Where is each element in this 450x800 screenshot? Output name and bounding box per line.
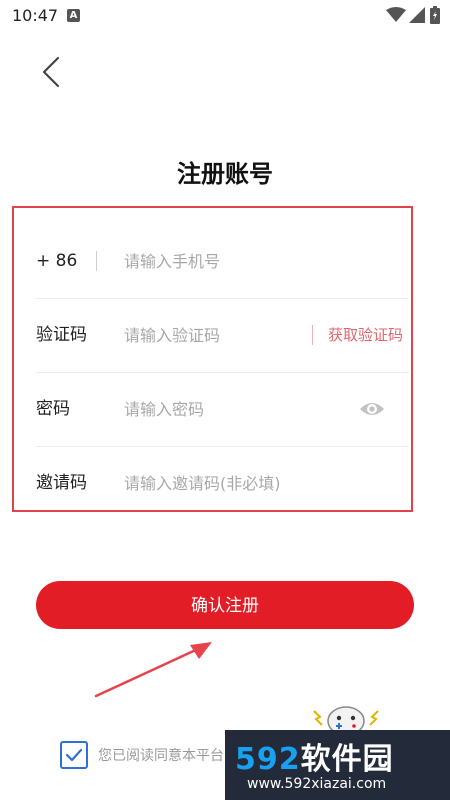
phone-input[interactable] [124,243,314,279]
code-divider [312,325,313,345]
watermark-url: www.592xiazai.com [247,776,387,792]
watermark-logo: 592软件园 [235,734,394,778]
agree-checkbox[interactable] [60,741,88,769]
eye-icon[interactable] [359,398,385,420]
code-input[interactable] [124,317,314,353]
back-button[interactable] [30,50,74,94]
watermark-digits: 592 [235,742,301,777]
invite-input[interactable] [124,465,404,501]
watermark-cn-text: 软件园 [300,742,394,777]
code-row: 验证码 获取验证码 [36,299,409,373]
password-input[interactable] [124,391,314,427]
status-time: 10:47 [12,6,59,25]
signal-icon [409,7,425,23]
page-title: 注册账号 [177,160,273,188]
phone-row: + 86 [36,225,409,299]
agreement-text: 您已阅读同意本平台 [98,748,224,764]
password-label: 密码 [36,399,70,419]
get-code-button[interactable]: 获取验证码 [328,299,403,372]
battery-icon [430,6,440,24]
status-bar: 10:47 A [0,0,450,32]
annotation-arrow-icon [94,642,212,698]
invite-row: 邀请码 [36,447,409,520]
check-icon [65,748,83,762]
password-row: 密码 [36,373,409,447]
phone-divider [96,251,97,271]
wifi-icon [386,7,406,22]
site-watermark: 592软件园 www.592xiazai.com [225,730,450,800]
country-code-prefix[interactable]: + 86 [36,225,77,298]
submit-register-button[interactable]: 确认注册 [36,581,414,629]
register-form: + 86 验证码 获取验证码 密码 邀请码 [12,206,413,512]
code-label: 验证码 [36,325,87,345]
notification-a-icon: A [67,9,80,22]
invite-label: 邀请码 [36,473,87,493]
back-arrow-icon [42,56,60,88]
